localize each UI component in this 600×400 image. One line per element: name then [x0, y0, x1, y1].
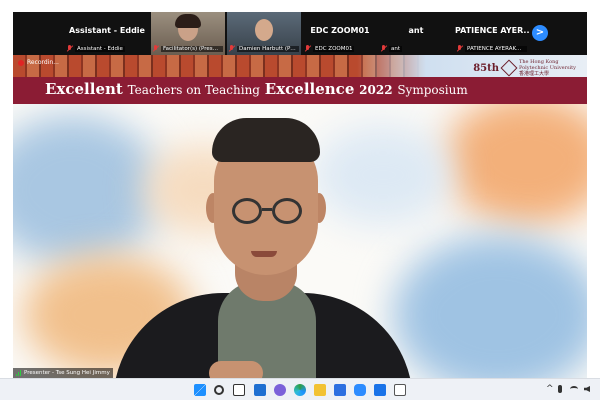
- mic-muted-icon: [457, 45, 463, 52]
- widgets-icon[interactable]: [254, 384, 266, 396]
- glasses-left-lens: [232, 198, 262, 224]
- mic-muted-icon: [381, 45, 387, 52]
- participant-tile-ant[interactable]: ant ant: [379, 12, 453, 55]
- person-hair: [175, 14, 201, 28]
- edge-icon[interactable]: [294, 384, 306, 396]
- participant-name: EDC ZOOM01: [310, 26, 370, 35]
- presenter-mouth: [251, 251, 277, 257]
- presenter-hand: [209, 361, 263, 378]
- participant-tile-damien[interactable]: Damien Harbutt (PolyU ED...: [227, 12, 301, 55]
- participant-name: ant: [408, 26, 424, 35]
- photos-icon[interactable]: [374, 384, 386, 396]
- watercolor-blue: [13, 115, 163, 265]
- recording-indicator: Recordin...: [18, 59, 59, 66]
- microphone-icon[interactable]: [558, 385, 562, 393]
- university-name: The Hong Kong Polytechnic University 香港理…: [519, 59, 576, 77]
- participant-name: Assistant - Eddie: [69, 26, 145, 35]
- mic-muted-icon: [67, 45, 73, 52]
- mic-muted-icon: [153, 45, 159, 52]
- participant-strip: Assistant - Eddie Assistant - Eddie Faci…: [13, 12, 587, 55]
- zoom-icon[interactable]: [354, 384, 366, 396]
- volume-icon[interactable]: [584, 386, 590, 392]
- presenter-video: Recordin... 85th The Hong Kong Polytechn…: [13, 55, 587, 378]
- task-view-icon[interactable]: [233, 384, 245, 396]
- recording-label: Recordin...: [27, 59, 59, 66]
- participant-label: PATIENCE AYERAKWAH: [465, 45, 527, 52]
- mic-muted-icon: [229, 45, 235, 52]
- participant-label: Assistant - Eddie: [75, 45, 125, 52]
- participant-tile-edc-zoom01[interactable]: EDC ZOOM01 EDC ZOOM01: [303, 12, 377, 55]
- presenter-name: Presenter - Tse Sung Hei Jimmy: [24, 370, 110, 376]
- mic-muted-icon: [305, 45, 311, 52]
- presenter-hair: [212, 118, 320, 162]
- chevron-right-icon[interactable]: >: [532, 25, 548, 41]
- participant-label: ant: [389, 45, 403, 52]
- glasses-bridge: [262, 208, 272, 211]
- watercolor-orange-right: [443, 95, 587, 225]
- file-explorer-icon[interactable]: [314, 384, 326, 396]
- chevron-up-icon[interactable]: ^: [546, 383, 554, 395]
- university-logo: 85th The Hong Kong Polytechnic Universit…: [473, 59, 581, 77]
- windows-start-icon[interactable]: [194, 384, 206, 396]
- person-head: [255, 19, 273, 41]
- participant-tile-facilitator[interactable]: Facilitator(s) (Presenter) - Y...: [151, 12, 225, 55]
- participant-label: EDC ZOOM01: [313, 45, 355, 52]
- presenter-name-tag: Presenter - Tse Sung Hei Jimmy: [13, 368, 113, 378]
- polyu-emblem-icon: [500, 59, 518, 77]
- banner-title: Excellent Teachers on Teaching Excellenc…: [45, 80, 468, 98]
- wifi-icon[interactable]: [570, 386, 578, 392]
- participant-tile-assistant-eddie[interactable]: Assistant - Eddie Assistant - Eddie: [65, 12, 149, 55]
- participant-label: Damien Harbutt (PolyU ED...: [237, 45, 299, 52]
- participant-tile-patience[interactable]: PATIENCE AYER... PATIENCE AYERAKWAH: [455, 12, 529, 55]
- store-icon[interactable]: [334, 384, 346, 396]
- app-icon[interactable]: [394, 384, 406, 396]
- watercolor-light-blue: [313, 125, 453, 225]
- symposium-banner: Excellent Teachers on Teaching Excellenc…: [13, 77, 587, 104]
- audio-level-icon: [16, 370, 21, 376]
- windows-taskbar: ^: [0, 378, 600, 400]
- search-icon[interactable]: [214, 385, 224, 395]
- glasses-right-lens: [272, 198, 302, 224]
- anniversary-mark: 85th: [473, 62, 499, 74]
- chat-icon[interactable]: [274, 384, 286, 396]
- recording-icon: [18, 59, 24, 66]
- participant-label: Facilitator(s) (Presenter) - Y...: [161, 45, 223, 52]
- participant-name: PATIENCE AYER...: [455, 26, 529, 35]
- watercolor-blue-right: [393, 235, 587, 378]
